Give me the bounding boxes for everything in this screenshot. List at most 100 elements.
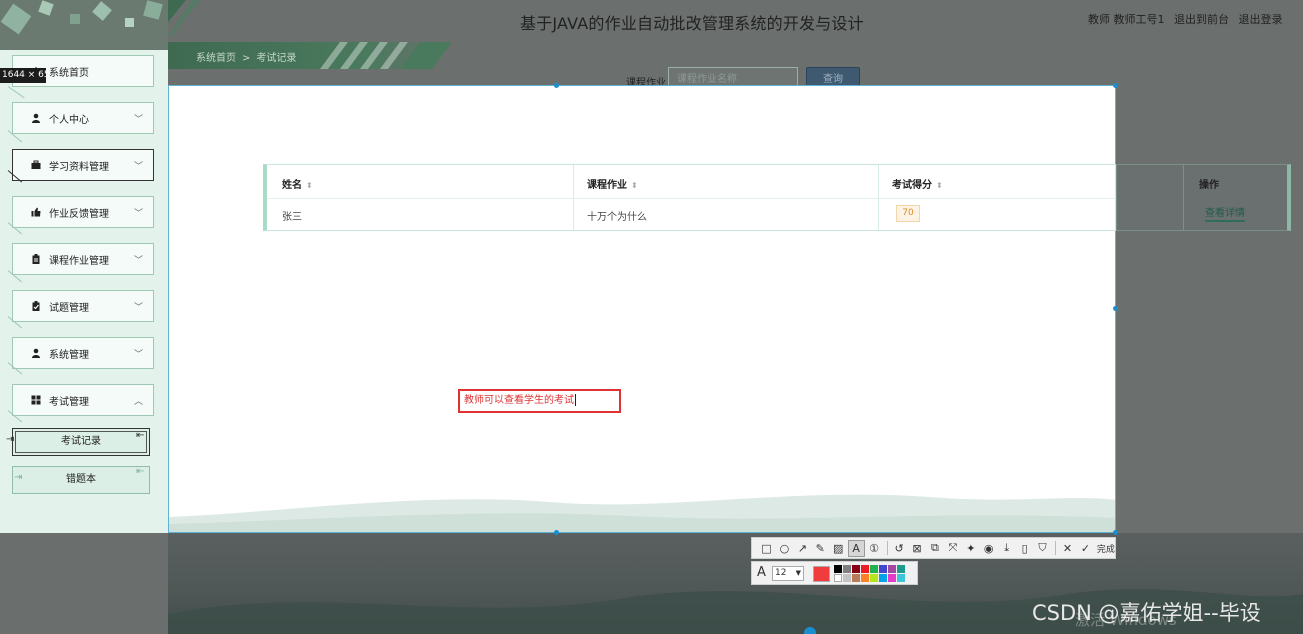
annotation-text: 教师可以查看学生的考试 [464, 395, 574, 406]
color-swatch[interactable] [852, 574, 860, 582]
sidebar-item-question-management[interactable]: 试题管理 ﹀ [12, 290, 154, 322]
breadcrumb-stripe-decoration [320, 42, 452, 69]
done-button[interactable]: 完成 [1097, 542, 1115, 555]
sidebar-item-label: 系统首页 [49, 67, 89, 79]
sidebar-item-homework-feedback[interactable]: 作业反馈管理 ﹀ [12, 196, 154, 228]
font-size-value: 12 [775, 568, 787, 578]
close-icon[interactable]: ✕ [1059, 540, 1076, 557]
sort-icon[interactable]: ⬍ [936, 181, 943, 190]
chevron-down-icon: ﹀ [133, 256, 143, 266]
color-swatch[interactable] [843, 565, 851, 573]
sidebar-subitem-exam-records[interactable]: 考试记录 [12, 428, 150, 456]
record-icon[interactable]: ◉ [980, 540, 997, 557]
text-tool-icon[interactable]: A [847, 539, 865, 557]
color-swatch[interactable] [852, 565, 860, 573]
view-details-link[interactable]: 查看详情 [1205, 204, 1245, 222]
user-info-link[interactable]: 教师 教师工号1 [1088, 13, 1165, 26]
rectangle-tool-icon[interactable]: □ [758, 540, 775, 557]
breadcrumb: 系统首页 > 考试记录 [196, 49, 296, 64]
pencil-tool-icon[interactable]: ✎ [812, 540, 829, 557]
logout-link[interactable]: 退出登录 [1239, 13, 1283, 26]
screenshot-selection-area[interactable] [168, 85, 1116, 533]
resize-handle[interactable] [554, 83, 559, 88]
color-swatch[interactable] [861, 565, 869, 573]
translate-icon[interactable]: ⧉ [926, 540, 943, 557]
pin-icon[interactable]: ✦ [962, 540, 979, 557]
font-size-select[interactable]: 12 ▼ [772, 566, 804, 581]
color-swatch[interactable] [834, 574, 842, 582]
arrow-left-icon: ⇤ [136, 466, 145, 477]
chevron-down-icon: ﹀ [133, 115, 143, 125]
font-icon: A [757, 565, 766, 580]
grid-icon [31, 395, 41, 405]
long-screenshot-icon[interactable]: ⤧ [944, 540, 961, 557]
check-icon[interactable]: ✓ [1077, 540, 1094, 557]
sidebar-item-label: 学习资料管理 [49, 161, 109, 173]
dim-overlay-left [0, 533, 168, 634]
column-header-score[interactable]: 考试得分 ⬍ [892, 176, 943, 191]
logo-decoration [0, 0, 168, 50]
sidebar-item-study-materials[interactable]: 学习资料管理 ﹀ [12, 149, 154, 181]
sidebar-item-exam-management[interactable]: 考试管理 ︿ [12, 384, 154, 416]
column-header-name[interactable]: 姓名 ⬍ [282, 176, 313, 191]
resize-handle[interactable] [1113, 530, 1118, 535]
resize-handle[interactable] [554, 530, 559, 535]
color-swatch[interactable] [870, 565, 878, 573]
number-tool-icon[interactable]: ① [866, 540, 883, 557]
column-divider [1183, 165, 1184, 230]
color-swatch[interactable] [834, 565, 842, 573]
sidebar-item-personal-center[interactable]: 个人中心 ﹀ [12, 102, 154, 134]
wave-decoration [169, 494, 1115, 532]
thumbs-up-icon [31, 207, 41, 217]
ocr-icon[interactable]: ⊠ [909, 540, 926, 557]
ellipse-tool-icon[interactable]: ○ [776, 540, 793, 557]
header-stripe-decoration [168, 0, 200, 36]
color-swatch[interactable] [843, 574, 851, 582]
color-swatch[interactable] [897, 574, 905, 582]
dropdown-arrow-icon: ▼ [795, 569, 801, 577]
sidebar-item-label: 考试管理 [49, 396, 89, 408]
bookmark-icon[interactable]: ⛉ [1034, 540, 1051, 557]
color-swatch[interactable] [897, 565, 905, 573]
watermark: CSDN @嘉佑学姐--毕设 [1032, 601, 1261, 625]
sort-icon[interactable]: ⬍ [306, 181, 313, 190]
exit-to-frontend-link[interactable]: 退出到前台 [1174, 13, 1229, 26]
sidebar-item-label: 作业反馈管理 [49, 208, 109, 220]
page-title: 基于JAVA的作业自动批改管理系统的开发与设计 [520, 14, 864, 33]
breadcrumb-home[interactable]: 系统首页 [196, 53, 236, 64]
sidebar-item-label: 个人中心 [49, 114, 89, 126]
color-swatch[interactable] [870, 574, 878, 582]
row-divider [267, 198, 1116, 199]
arrow-tool-icon[interactable]: ↗ [794, 540, 811, 557]
sidebar-subitem-wrong-answers[interactable]: 错题本 [12, 466, 150, 494]
color-swatch[interactable] [879, 565, 887, 573]
current-color-swatch[interactable] [813, 566, 830, 582]
table-action-column: 操作 查看详情 [1116, 164, 1291, 231]
sidebar-item-course-homework[interactable]: 课程作业管理 ﹀ [12, 243, 154, 275]
arrow-right-icon: ⇥ [6, 434, 15, 445]
column-header-course[interactable]: 课程作业 ⬍ [587, 176, 638, 191]
sort-icon[interactable]: ⬍ [631, 181, 638, 190]
color-swatch[interactable] [888, 574, 896, 582]
save-icon[interactable]: ▯ [1016, 540, 1033, 557]
chevron-down-icon: ﹀ [133, 303, 143, 313]
download-icon[interactable]: ⤓ [998, 540, 1015, 557]
toolbar-separator [1055, 541, 1057, 555]
sidebar-item-label: 试题管理 [49, 302, 89, 314]
sidebar-item-system-management[interactable]: 系统管理 ﹀ [12, 337, 154, 369]
color-swatch[interactable] [861, 574, 869, 582]
mosaic-tool-icon[interactable]: ▨ [830, 540, 847, 557]
dim-overlay-right [1116, 85, 1303, 533]
chevron-down-icon: ﹀ [133, 162, 143, 172]
checklist-icon [31, 301, 41, 311]
undo-icon[interactable]: ↺ [891, 540, 908, 557]
color-swatch[interactable] [888, 565, 896, 573]
annotation-text-box[interactable]: 教师可以查看学生的考试 [458, 389, 621, 413]
arrow-right-icon: ⇥ [14, 472, 23, 483]
resize-handle[interactable] [1113, 306, 1118, 311]
color-swatch[interactable] [879, 574, 887, 582]
resize-handle[interactable] [1113, 83, 1118, 88]
resize-handle[interactable] [804, 627, 816, 634]
arrow-left-icon: ⇤ [136, 430, 145, 441]
exam-records-table: 姓名 ⬍ 课程作业 ⬍ 考试得分 ⬍ 张三 十万个为什么 70 [263, 164, 1116, 231]
